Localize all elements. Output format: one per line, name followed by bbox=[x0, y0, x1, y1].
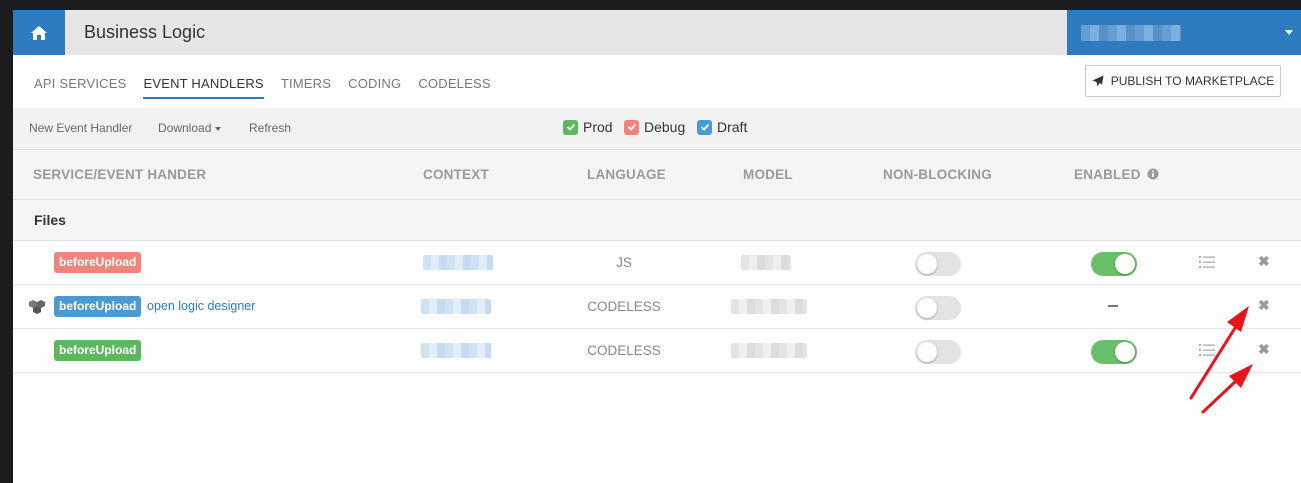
check-icon bbox=[697, 119, 712, 135]
new-event-handler-button[interactable]: New Event Handler bbox=[29, 121, 132, 135]
filter-prod-checkbox[interactable]: Prod bbox=[563, 119, 613, 135]
column-header-enabled: ENABLED bbox=[1074, 167, 1159, 182]
language-cell: CODELESS bbox=[587, 343, 661, 358]
group-row: Files bbox=[13, 200, 1301, 241]
refresh-button[interactable]: Refresh bbox=[249, 121, 291, 135]
chevron-down-icon bbox=[1285, 30, 1293, 35]
handler-badge-prod[interactable]: beforeUpload bbox=[54, 340, 142, 361]
cubes-icon bbox=[29, 300, 45, 314]
tab-event-handlers[interactable]: EVENT HANDLERS bbox=[143, 76, 264, 99]
tab-bar: API SERVICES EVENT HANDLERS TIMERS CODIN… bbox=[34, 76, 508, 99]
filter-debug-label: Debug bbox=[644, 119, 686, 135]
toolbar: New Event Handler Download Refresh Prod … bbox=[13, 108, 1301, 150]
enabled-toggle[interactable] bbox=[1091, 252, 1137, 276]
user-name-redacted bbox=[1081, 25, 1181, 41]
model-redacted bbox=[741, 255, 791, 270]
column-header-service: SERVICE/EVENT HANDER bbox=[33, 167, 207, 182]
non-blocking-toggle[interactable] bbox=[915, 296, 961, 320]
toggle-knob bbox=[1115, 342, 1135, 362]
list-ol-icon[interactable] bbox=[1199, 255, 1215, 269]
download-dropdown[interactable]: Download bbox=[158, 121, 222, 135]
toggle-knob bbox=[917, 342, 937, 362]
table-row: beforeUpload JS ✖ bbox=[13, 241, 1301, 285]
home-button[interactable] bbox=[13, 10, 65, 55]
tab-timers[interactable]: TIMERS bbox=[281, 76, 331, 99]
user-menu[interactable] bbox=[1067, 10, 1301, 55]
toggle-knob bbox=[1115, 254, 1135, 274]
context-redacted bbox=[423, 255, 493, 270]
tab-codeless[interactable]: CODELESS bbox=[418, 76, 490, 99]
paper-plane-icon bbox=[1092, 75, 1104, 87]
tab-coding[interactable]: CODING bbox=[348, 76, 401, 99]
language-cell: JS bbox=[616, 255, 632, 270]
handler-badge-draft[interactable]: beforeUpload bbox=[54, 296, 142, 317]
tab-api-services[interactable]: API SERVICES bbox=[34, 76, 126, 99]
table-header: SERVICE/EVENT HANDER CONTEXT LANGUAGE MO… bbox=[13, 150, 1301, 200]
non-blocking-toggle[interactable] bbox=[915, 340, 961, 364]
toggle-knob bbox=[917, 298, 937, 318]
app-frame: Business Logic API SERVICES EVENT HANDLE… bbox=[13, 10, 1301, 483]
top-bar: Business Logic bbox=[13, 10, 1301, 55]
column-header-language: LANGUAGE bbox=[587, 167, 666, 182]
table-row: beforeUpload open logic designer CODELES… bbox=[13, 285, 1301, 329]
publish-label: PUBLISH TO MARKETPLACE bbox=[1110, 74, 1275, 88]
filter-debug-checkbox[interactable]: Debug bbox=[624, 119, 685, 135]
column-header-non-blocking: NON-BLOCKING bbox=[883, 167, 992, 182]
delete-icon[interactable]: ✖ bbox=[1258, 341, 1270, 358]
home-icon bbox=[31, 25, 47, 40]
column-header-model: MODEL bbox=[743, 167, 793, 182]
model-redacted bbox=[731, 343, 807, 358]
filter-draft-checkbox[interactable]: Draft bbox=[697, 119, 747, 135]
context-redacted bbox=[421, 343, 491, 358]
open-logic-designer-link[interactable]: open logic designer bbox=[147, 299, 255, 313]
table-row: beforeUpload CODELESS ✖ bbox=[13, 329, 1301, 373]
language-cell: CODELESS bbox=[587, 299, 661, 314]
filter-draft-label: Draft bbox=[717, 119, 748, 135]
caret-down-icon bbox=[215, 126, 222, 131]
model-redacted bbox=[731, 299, 807, 314]
delete-icon[interactable]: ✖ bbox=[1258, 253, 1270, 270]
page-title: Business Logic bbox=[84, 22, 206, 42]
non-blocking-toggle[interactable] bbox=[915, 252, 961, 276]
enabled-toggle[interactable] bbox=[1091, 340, 1137, 364]
handler-badge-debug[interactable]: beforeUpload bbox=[54, 252, 142, 273]
download-label: Download bbox=[158, 121, 212, 135]
info-circle-icon[interactable] bbox=[1147, 168, 1159, 180]
toggle-knob bbox=[917, 254, 937, 274]
publish-to-marketplace-button[interactable]: PUBLISH TO MARKETPLACE bbox=[1085, 65, 1281, 97]
delete-icon[interactable]: ✖ bbox=[1258, 297, 1270, 314]
filter-prod-label: Prod bbox=[583, 119, 613, 135]
context-redacted bbox=[421, 299, 491, 314]
column-header-context: CONTEXT bbox=[423, 167, 489, 182]
list-ol-icon[interactable] bbox=[1199, 343, 1215, 357]
check-icon bbox=[624, 119, 639, 135]
check-icon bbox=[563, 119, 578, 135]
column-header-enabled-label: ENABLED bbox=[1074, 167, 1141, 182]
group-label: Files bbox=[34, 212, 66, 228]
enabled-not-applicable-dash bbox=[1108, 305, 1118, 307]
